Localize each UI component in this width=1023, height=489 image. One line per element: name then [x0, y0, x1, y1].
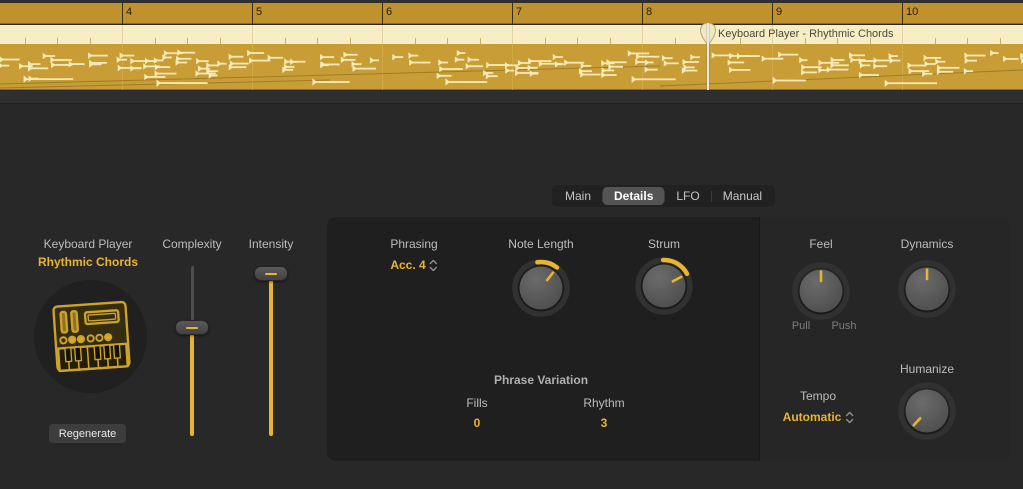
tab-main[interactable]: Main: [554, 187, 602, 205]
humanize-label: Humanize: [900, 362, 954, 376]
midi-notes-preview: [0, 44, 1023, 90]
strum-knob[interactable]: [632, 254, 696, 318]
rhythm-value[interactable]: 3: [601, 416, 608, 430]
tab-details[interactable]: Details: [603, 187, 664, 205]
beat-barline: [122, 25, 123, 44]
complexity-slider[interactable]: [174, 266, 210, 436]
bar-number: 8: [642, 6, 652, 18]
tab-manual[interactable]: Manual: [712, 187, 773, 205]
note-length-label: Note Length: [508, 237, 573, 251]
fills-value[interactable]: 0: [474, 416, 481, 430]
fills-label: Fills: [466, 396, 487, 410]
feel-knob[interactable]: [789, 259, 853, 323]
regenerate-button[interactable]: Regenerate: [49, 424, 126, 443]
slider-fill: [190, 331, 194, 436]
strum-label: Strum: [648, 237, 680, 251]
beat-barline: [902, 25, 903, 44]
slider-handle[interactable]: [175, 320, 209, 335]
track-lane-gap: [0, 91, 1023, 104]
region-label: Keyboard Player - Rhythmic Chords: [718, 28, 893, 40]
slider-fill: [269, 277, 273, 436]
stepper-chevrons-icon: [845, 411, 853, 424]
bar-number: 4: [122, 6, 132, 18]
beat-barline: [512, 25, 513, 44]
intensity-label: Intensity: [221, 237, 321, 251]
intensity-slider[interactable]: [253, 266, 289, 436]
tab-lfo[interactable]: LFO: [665, 187, 710, 205]
feel-label: Feel: [809, 237, 832, 251]
bar-number: 9: [772, 6, 782, 18]
humanize-knob[interactable]: [895, 379, 959, 443]
bar-ruler[interactable]: 4 5 6 7 8 9 10: [0, 3, 1023, 24]
phrasing-stepper[interactable]: Acc. 4: [390, 258, 437, 272]
tempo-value: Automatic: [783, 410, 842, 424]
bar-number: 6: [382, 6, 392, 18]
beat-barline: [252, 25, 253, 44]
dynamics-label: Dynamics: [901, 237, 954, 251]
timeline-area: 4 5 6 7 8 9 10 Keyboard Player - Rhythmic Chor…: [0, 0, 1023, 105]
tempo-label: Tempo: [800, 389, 836, 403]
beat-barline: [382, 25, 383, 44]
stepper-chevrons-icon: [430, 259, 438, 272]
dynamics-knob[interactable]: [895, 257, 959, 321]
bar-number: 7: [512, 6, 522, 18]
phrasing-value: Acc. 4: [390, 258, 425, 272]
midi-region-rhythmic-chords[interactable]: [0, 44, 1023, 90]
bar-number: 10: [902, 6, 918, 18]
details-panel-right-section: [759, 217, 1010, 461]
feel-pull-label: Pull: [792, 320, 810, 332]
rhythm-label: Rhythm: [583, 396, 624, 410]
player-style-value[interactable]: Rhythmic Chords: [0, 255, 176, 269]
editor-tab-bar: Main Details LFO Manual: [552, 185, 775, 207]
playhead-line[interactable]: [707, 23, 709, 90]
tempo-stepper[interactable]: Automatic: [783, 410, 854, 424]
keyboard-synth-icon[interactable]: [32, 278, 149, 395]
feel-push-label: Push: [831, 320, 856, 332]
note-length-knob[interactable]: [509, 256, 573, 320]
beat-barline: [642, 25, 643, 44]
slider-handle[interactable]: [254, 266, 288, 281]
phrasing-label: Phrasing: [390, 237, 437, 251]
bar-number: 5: [252, 6, 262, 18]
phrase-variation-title: Phrase Variation: [494, 373, 588, 387]
